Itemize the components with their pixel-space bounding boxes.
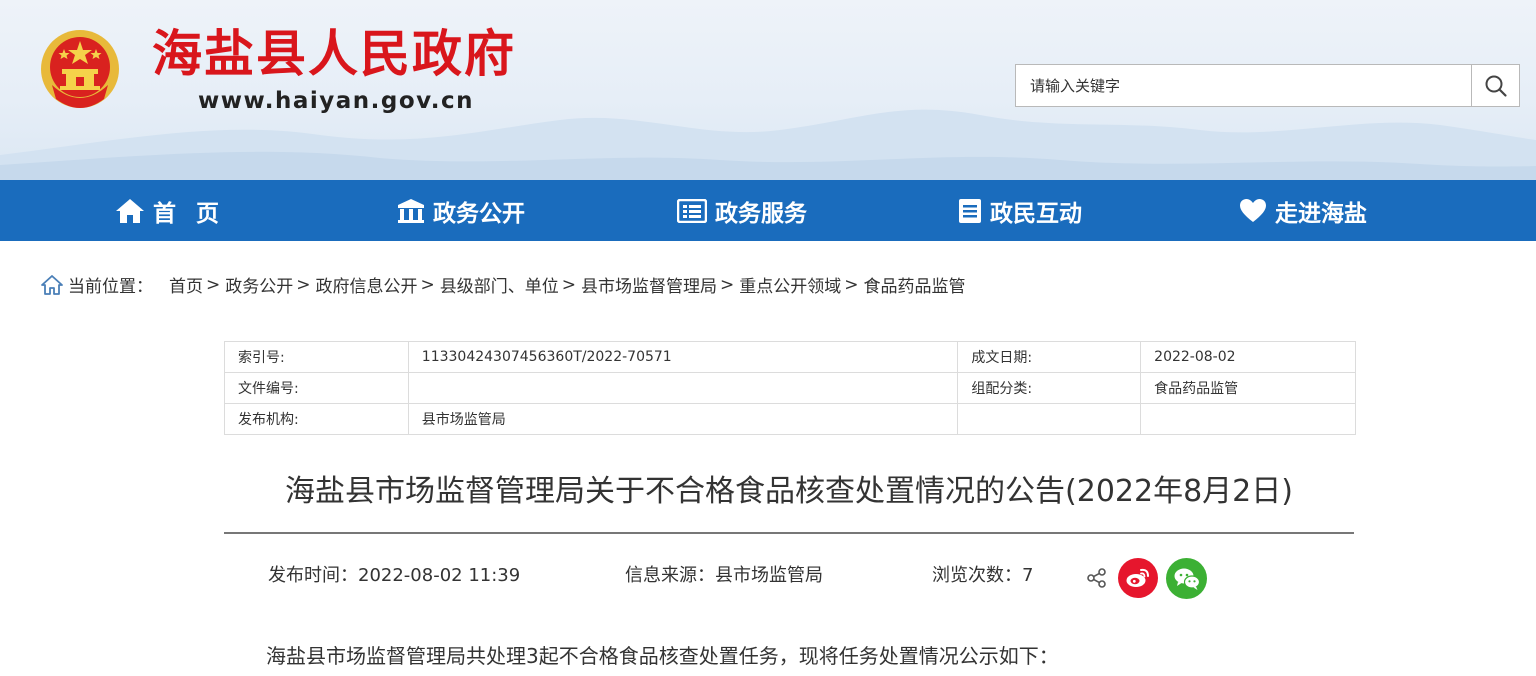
table-row: 文件编号: 组配分类: 食品药品监管 bbox=[224, 372, 1356, 404]
issue-date-label: 成文日期: bbox=[957, 341, 1142, 373]
search-button[interactable] bbox=[1471, 65, 1519, 106]
publisher-label: 发布机构: bbox=[224, 403, 409, 435]
breadcrumb-link-info-disclosure[interactable]: 政府信息公开 bbox=[316, 272, 418, 297]
nav-item-government-affairs[interactable]: 政务公开 bbox=[397, 180, 525, 241]
article-title: 海盐县市场监督管理局关于不合格食品核查处置情况的公告(2022年8月2日) bbox=[285, 474, 1293, 509]
issue-date-value: 2022-08-02 bbox=[1140, 341, 1356, 373]
category-value: 食品药品监管 bbox=[1140, 372, 1356, 404]
breadcrumb-separator: > bbox=[206, 274, 221, 295]
nav-label: 政民互动 bbox=[990, 200, 1082, 227]
title-divider bbox=[224, 532, 1354, 534]
home-icon bbox=[115, 198, 145, 224]
nav-label: 首页 bbox=[153, 200, 239, 227]
site-url: www.haiyan.gov.cn bbox=[198, 88, 475, 114]
weibo-icon bbox=[1126, 568, 1149, 587]
nav-label: 走进海盐 bbox=[1275, 200, 1367, 227]
document-number-label: 文件编号: bbox=[224, 372, 409, 404]
breadcrumb-link-government-affairs[interactable]: 政务公开 bbox=[225, 272, 293, 297]
breadcrumb-label: 当前位置： bbox=[68, 277, 153, 297]
wechat-share-button[interactable] bbox=[1166, 558, 1207, 599]
empty-cell bbox=[957, 403, 1142, 435]
nav-label: 政务服务 bbox=[715, 200, 807, 227]
breadcrumb: 当前位置： 首页 > 政务公开 > 政府信息公开 > 县级部门、单位 > 县市场… bbox=[40, 272, 966, 297]
article-body-paragraph: 海盐县市场监督管理局共处理3起不合格食品核查处置任务，现将任务处置情况公示如下： bbox=[266, 644, 1059, 668]
main-nav: 首页 政务公开 政务服务 政民互动 走进海盐 bbox=[0, 180, 1536, 241]
breadcrumb-link-food-drug[interactable]: 食品药品监管 bbox=[864, 272, 966, 297]
view-count: 浏览次数：7 bbox=[932, 565, 1034, 586]
table-row: 发布机构: 县市场监管局 bbox=[224, 403, 1356, 435]
document-number-value bbox=[407, 372, 959, 404]
weibo-share-button[interactable] bbox=[1118, 558, 1158, 598]
breadcrumb-link-home[interactable]: 首页 bbox=[169, 272, 203, 297]
index-number-label: 索引号: bbox=[224, 341, 409, 373]
site-header: 海盐县人民政府 www.haiyan.gov.cn bbox=[0, 0, 1536, 180]
empty-cell bbox=[1140, 403, 1356, 435]
breadcrumb-separator: > bbox=[296, 274, 311, 295]
share-icon[interactable] bbox=[1086, 567, 1108, 589]
breadcrumb-separator: > bbox=[720, 274, 735, 295]
publish-time: 发布时间：2022-08-02 11:39 bbox=[268, 565, 521, 586]
breadcrumb-separator: > bbox=[561, 274, 576, 295]
document-info-table: 索引号: 11330424307456360T/2022-70571 成文日期:… bbox=[224, 341, 1356, 435]
breadcrumb-link-market-supervision[interactable]: 县市场监督管理局 bbox=[581, 272, 717, 297]
breadcrumb-link-key-areas[interactable]: 重点公开领域 bbox=[739, 272, 841, 297]
site-title: 海盐县人民政府 bbox=[152, 25, 516, 83]
building-icon bbox=[397, 198, 425, 224]
nav-item-interaction[interactable]: 政民互动 bbox=[958, 180, 1082, 241]
search-icon bbox=[1485, 75, 1507, 97]
search-box bbox=[1015, 64, 1520, 107]
breadcrumb-separator: > bbox=[420, 274, 435, 295]
breadcrumb-link-county-departments[interactable]: 县级部门、单位 bbox=[440, 272, 559, 297]
nav-item-home[interactable]: 首页 bbox=[115, 180, 239, 241]
info-source: 信息来源：县市场监管局 bbox=[625, 565, 823, 586]
index-number-value: 11330424307456360T/2022-70571 bbox=[407, 341, 959, 373]
wechat-icon bbox=[1174, 568, 1200, 590]
heart-icon bbox=[1239, 198, 1267, 224]
publisher-value: 县市场监管局 bbox=[407, 403, 959, 435]
breadcrumb-separator: > bbox=[844, 274, 859, 295]
category-label: 组配分类: bbox=[957, 372, 1142, 404]
nav-item-government-services[interactable]: 政务服务 bbox=[677, 180, 807, 241]
national-emblem-icon bbox=[41, 30, 119, 108]
list-icon bbox=[677, 198, 707, 223]
search-input[interactable] bbox=[1016, 65, 1471, 106]
nav-item-about-haiyan[interactable]: 走进海盐 bbox=[1239, 180, 1367, 241]
document-icon bbox=[958, 198, 982, 224]
nav-label: 政务公开 bbox=[433, 200, 525, 227]
home-outline-icon bbox=[41, 274, 63, 295]
table-row: 索引号: 11330424307456360T/2022-70571 成文日期:… bbox=[224, 341, 1356, 373]
